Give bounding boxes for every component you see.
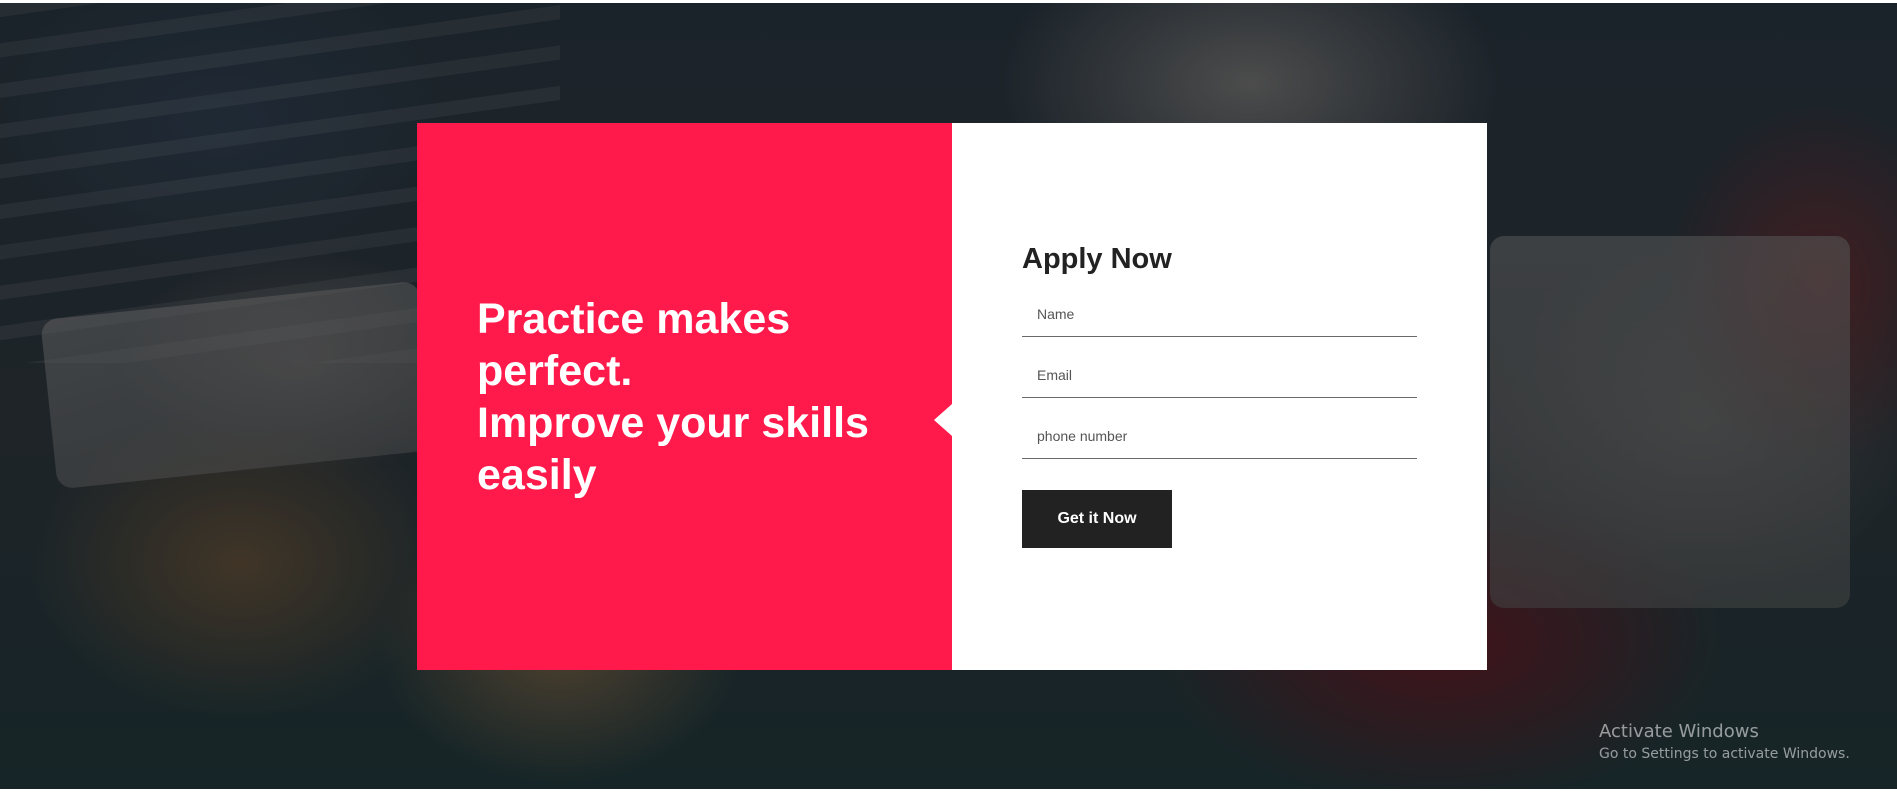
promo-line-1: Practice makes <box>477 294 791 343</box>
watermark-title: Activate Windows <box>1599 721 1759 742</box>
watermark-subtitle: Go to Settings to activate Windows. <box>1599 746 1850 762</box>
page: Practice makes perfect. Improve your ski… <box>0 0 1897 792</box>
signup-card: Practice makes perfect. Improve your ski… <box>417 123 1487 670</box>
promo-line-2: perfect. <box>477 346 633 395</box>
promo-line-3: Improve your skills <box>477 398 869 447</box>
apply-form: Apply Now Get it Now <box>952 123 1487 670</box>
promo-panel: Practice makes perfect. Improve your ski… <box>417 123 952 670</box>
email-field[interactable] <box>1022 352 1417 398</box>
phone-number-field[interactable] <box>1022 413 1417 459</box>
form-title: Apply Now <box>1022 243 1172 275</box>
promo-line-4: easily <box>477 450 597 499</box>
activate-windows-watermark: Activate Windows Go to Settings to activ… <box>1599 720 1850 764</box>
pointer-arrow-icon <box>934 404 952 436</box>
name-field[interactable] <box>1022 291 1417 337</box>
get-it-now-button[interactable]: Get it Now <box>1022 490 1172 548</box>
promo-headline: Practice makes perfect. Improve your ski… <box>417 293 909 501</box>
